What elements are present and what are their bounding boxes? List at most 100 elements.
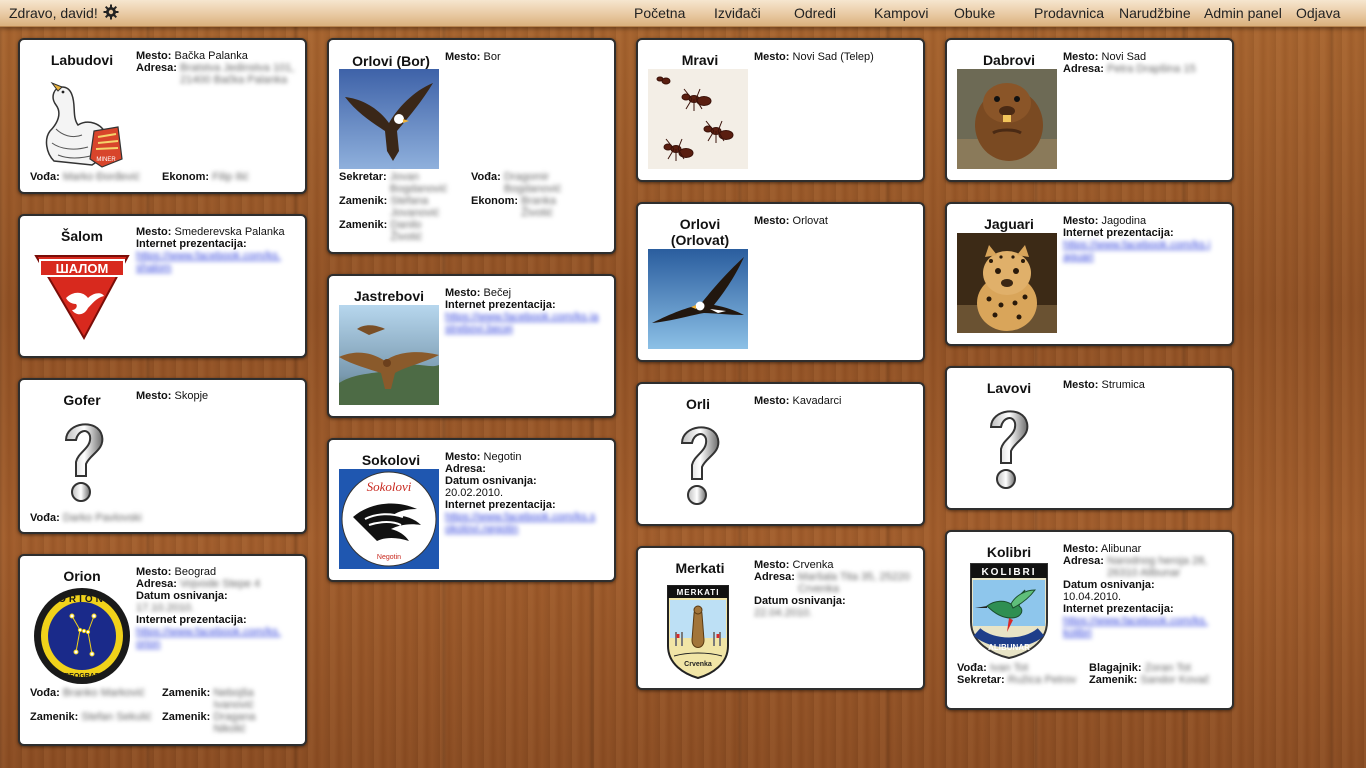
unit-info: Mesto: Smederevska Palanka Internet prez… (136, 226, 286, 274)
unit-card-orlovi-bor[interactable]: Orlovi (Bor) Mesto: Bor Sekretar: Jovan … (327, 38, 616, 254)
nav-link-prodavnica[interactable]: Prodavnica (1034, 5, 1104, 21)
unit-card-jastrebovi[interactable]: Jastrebovi Mesto: Bečej Internet prezent… (327, 274, 616, 418)
unit-name[interactable]: Lavovi (959, 380, 1059, 396)
zamenik-label: Zamenik: (339, 219, 388, 231)
unit-name[interactable]: Jaguari (959, 216, 1059, 232)
unit-name[interactable]: Sokolovi (341, 452, 441, 468)
mesto-label: Mesto: (754, 559, 790, 571)
adresa-label: Adresa: (754, 571, 795, 583)
adresa-label: Adresa: (136, 578, 177, 590)
zamenik-row: Zamenik: Stefan Sekulić (30, 711, 152, 723)
mesto-value: Novi Sad (1101, 51, 1147, 63)
unit-name[interactable]: Orlovi (Bor) (341, 53, 441, 69)
zamenik-value: Stefan Sekulić (81, 711, 152, 723)
datum-label: Datum osnivanja: (754, 595, 846, 607)
unit-name[interactable]: Dabrovi (959, 52, 1059, 68)
unit-name[interactable]: Gofer (32, 392, 132, 408)
unit-card-mravi[interactable]: Mravi Mesto: Novi Sad (Telep) (636, 38, 925, 182)
unit-card-orlovi-orlovat[interactable]: Orlovi (Orlovat) Mesto: Orlovat (636, 202, 925, 362)
salom-logo-image: ШАЛОМ (32, 246, 132, 346)
unit-card-sokolovi[interactable]: Sokolovi Sokolovi Negotin Mesto: Negotin… (327, 438, 616, 582)
unit-name[interactable]: Orli (648, 396, 748, 412)
ekonom-value: Filip Ilić (212, 171, 249, 183)
nav-link-odredi[interactable]: Odredi (794, 5, 836, 21)
unit-card-orli[interactable]: Orli Mesto: Kavadarci (636, 382, 925, 526)
unit-info: Mesto: Crvenka Adresa: Maršala Tita 35, … (754, 559, 923, 619)
eagle-photo-image (339, 69, 439, 169)
mesto-label: Mesto: (1063, 215, 1099, 227)
unit-name[interactable]: Jastrebovi (339, 288, 439, 304)
datum-value: 10.04.2010. (1063, 591, 1122, 603)
nav-link-narudzbine[interactable]: Narudžbine (1119, 5, 1191, 21)
zamenik-row: Zamenik: Sandor Kovač (1089, 674, 1209, 686)
beaver-photo-image (957, 69, 1057, 169)
unit-info: Mesto: Negotin Adresa: Datum osnivanja: … (445, 451, 600, 535)
unit-card-lavovi[interactable]: Lavovi Mesto: Strumica (945, 366, 1234, 510)
nav-link-izvidjaci[interactable]: Izviđači (714, 5, 761, 21)
mesto-label: Mesto: (754, 51, 790, 63)
nav-link-admin-panel[interactable]: Admin panel (1204, 5, 1282, 21)
unit-card-merkati[interactable]: Merkati MERKATI Crvenka Mesto: Crvenka A… (636, 546, 925, 690)
unit-card-dabrovi[interactable]: Dabrovi Mesto: Novi Sad Adresa: Petra Dr… (945, 38, 1234, 182)
unit-card-jaguari[interactable]: Jaguari Mesto: Jagodina Internet prezent… (945, 202, 1234, 346)
mesto-label: Mesto: (754, 395, 790, 407)
internet-link[interactable]: https://www.facebook.com/ks.orion (136, 626, 286, 650)
internet-link[interactable]: https://www.facebook.com/ks.jastrebovi.b… (445, 311, 600, 335)
unit-info: Mesto: Beograd Adresa: Vojvode Stepe 4 D… (136, 566, 286, 650)
kolibri-logo-image: KOLIBRI ALIBUNAR (959, 560, 1059, 660)
unit-name[interactable]: Labudovi (32, 52, 132, 68)
zamenik-label: Zamenik: (162, 711, 211, 723)
unit-card-salom[interactable]: Šalom ШАЛОМ Mesto: Smederevska Palanka I… (18, 214, 307, 358)
nav-link-pocetna[interactable]: Početna (634, 5, 685, 21)
zamenik-value: Stefana Jovanović (390, 195, 440, 219)
datum-label: Datum osnivanja: (1063, 579, 1155, 591)
blagajnik-label: Blagajnik: (1089, 662, 1142, 674)
nav-link-kampovi[interactable]: Kampovi (874, 5, 928, 21)
unit-name[interactable]: Orion (32, 568, 132, 584)
unit-name[interactable]: Merkati (650, 560, 750, 576)
leader-row: Vođa: Ivan Tot (957, 662, 1028, 674)
unit-info: Mesto: Bečej Internet prezentacija: http… (445, 287, 600, 335)
sekretar-row: Sekretar: Ružica Petrov (957, 674, 1076, 686)
internet-link[interactable]: https://www.facebook.com/ks.shalom (136, 250, 286, 274)
ants-photo-image (648, 69, 748, 169)
internet-link[interactable]: https://www.facebook.com/ks.jaguari (1063, 239, 1213, 263)
mesto-value: Skopje (174, 390, 209, 402)
vodja-label: Vođa: (30, 687, 60, 699)
unit-card-kolibri[interactable]: Kolibri KOLIBRI ALIBUNAR Mesto: Alibunar… (945, 530, 1234, 710)
internet-link[interactable]: https://www.facebook.com/ks.sokolovi.neg… (445, 511, 600, 535)
unit-info: Mesto: Strumica (1063, 379, 1145, 391)
unit-card-labudovi[interactable]: Labudovi MINER Mesto: Bačka Palanka Adre… (18, 38, 307, 194)
kolibri-logo-top-text: KOLIBRI (981, 567, 1036, 578)
unit-card-gofer[interactable]: Gofer Mesto: Skopje Vođa: Darko Pavlovsk… (18, 378, 307, 534)
top-navbar: Zdravo, david! Početna Izviđači Odredi K… (0, 0, 1366, 27)
merkati-logo-top-text: MERKATI (677, 588, 720, 597)
nav-link-odjava[interactable]: Odjava (1296, 5, 1340, 21)
unit-name[interactable]: Kolibri (959, 544, 1059, 560)
gear-icon[interactable] (103, 4, 119, 20)
mesto-label: Mesto: (754, 215, 790, 227)
adresa-value: Narodnog heroja 28, 26310 Alibunar (1107, 555, 1208, 579)
blagajnik-value: Zoran Tot (1144, 662, 1191, 674)
datum-label: Datum osnivanja: (445, 475, 537, 487)
nav-link-obuke[interactable]: Obuke (954, 5, 995, 21)
datum-label: Datum osnivanja: (136, 590, 228, 602)
mesto-value: Orlovat (792, 215, 828, 227)
kolibri-logo-bottom-text: ALIBUNAR (988, 643, 1030, 652)
merkati-logo-bottom-text: Crvenka (684, 661, 712, 668)
unit-name[interactable]: Orlovi (Orlovat) (650, 216, 750, 248)
datum-value: 17.10.2010. (136, 602, 195, 614)
hawk-photo-image (339, 305, 439, 405)
unit-name[interactable]: Šalom (32, 228, 132, 244)
internet-label: Internet prezentacija: (136, 238, 247, 250)
unit-card-orion[interactable]: Orion ORION BEOGRAD Mesto: Beograd Adres… (18, 554, 307, 746)
datum-value: 20.02.2010. (445, 487, 504, 499)
greeting-text: Zdravo, david! (9, 5, 98, 21)
unit-name[interactable]: Mravi (650, 52, 750, 68)
mesto-value: Novi Sad (Telep) (792, 51, 874, 63)
question-mark-icon (957, 397, 1057, 497)
internet-link[interactable]: https://www.facebook.com/ks.kolibri (1063, 615, 1213, 639)
zamenik-row: Zamenik: Dragana Nikolić (162, 711, 273, 735)
mesto-label: Mesto: (445, 451, 481, 463)
unit-info: Mesto: Kavadarci (754, 395, 841, 407)
